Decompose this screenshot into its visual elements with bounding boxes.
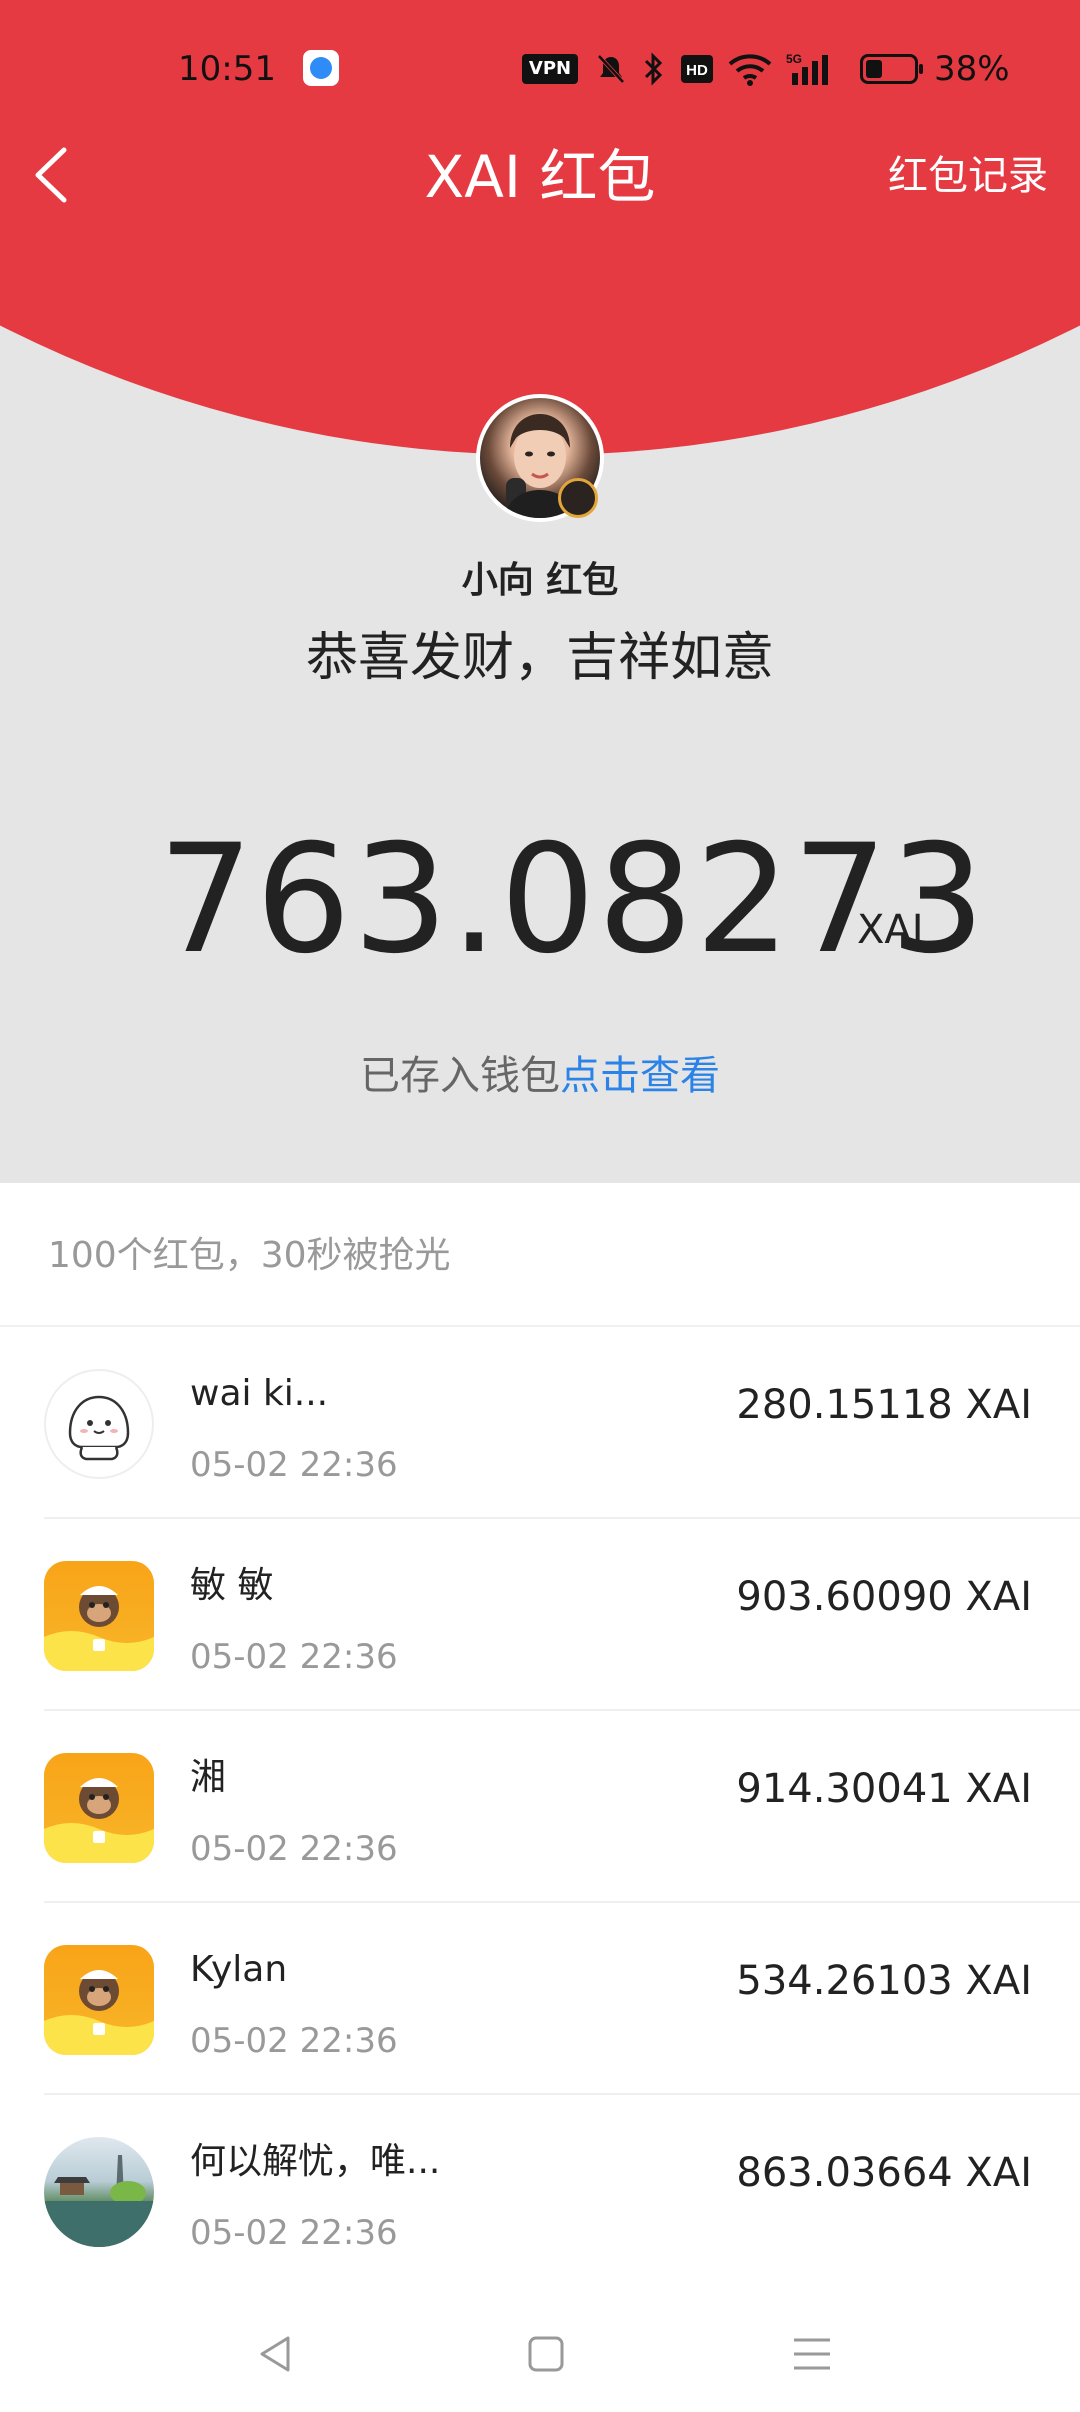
amount-unit: XAI (857, 907, 924, 953)
app-icon (303, 50, 339, 86)
vpn-icon: VPN (522, 54, 578, 84)
recipient-amount: 914.30041 XAI (736, 1766, 1032, 1812)
verified-badge-icon (558, 478, 598, 518)
recipient-name: 湘 (190, 1757, 227, 1798)
battery-icon (860, 54, 923, 84)
recipient-amount: 863.03664 XAI (736, 2150, 1032, 2196)
monkey-avatar (44, 1753, 154, 1863)
svg-text:HD: HD (686, 62, 708, 79)
list-item[interactable]: 敏 敏 05-02 22:36 903.60090 XAI (0, 1519, 1080, 1711)
red-packet-records-link[interactable]: 红包记录 (888, 148, 1048, 204)
battery-percent: 38% (934, 49, 1010, 89)
recipient-amount: 280.15118 XAI (736, 1382, 1032, 1428)
signal-5g-icon: 5G (786, 52, 828, 85)
recipient-time: 05-02 22:36 (190, 2021, 398, 2061)
list-item[interactable]: 何以解忧，唯... 05-02 22:36 863.03664 XAI (0, 2095, 1080, 2287)
menu-lines-icon[interactable] (782, 2324, 842, 2384)
greeting-message: 恭喜发财，吉祥如意 (305, 628, 774, 688)
recipient-amount: 903.60090 XAI (736, 1574, 1032, 1620)
recipient-time: 05-02 22:36 (190, 1637, 398, 1677)
list-item[interactable]: Kylan 05-02 22:36 534.26103 XAI (0, 1903, 1080, 2095)
recipient-amount: 534.26103 XAI (736, 1958, 1032, 2004)
recipient-name: 何以解忧，唯... (190, 2141, 441, 2182)
wallet-saved-text: 已存入钱包 (360, 1053, 560, 1099)
sender-name: 小向 红包 (461, 560, 619, 601)
home-square-icon[interactable] (516, 2324, 576, 2384)
recipient-name: Kylan (190, 1949, 288, 1990)
recipient-time: 05-02 22:36 (190, 2213, 398, 2253)
red-packet-header-area: 10:51 VPN HD 5G 38% XAI 红包 红包记录 小向 红包 恭喜… (0, 0, 1080, 1183)
bluetooth-icon (644, 52, 663, 86)
wifi-icon (728, 54, 772, 86)
packet-summary: 100个红包，30秒被抢光 (48, 1235, 451, 1276)
monkey-avatar (44, 1561, 154, 1671)
svg-text:5G: 5G (786, 52, 802, 66)
hd-icon: HD (681, 55, 713, 83)
recipient-time: 05-02 22:36 (190, 1445, 398, 1485)
monkey-avatar (44, 1945, 154, 2055)
status-time: 10:51 (178, 49, 276, 89)
list-item[interactable]: wai ki... 05-02 22:36 280.15118 XAI (0, 1327, 1080, 1519)
received-amount: 763.08273 (158, 813, 988, 987)
view-wallet-link[interactable]: 点击查看 (560, 1053, 720, 1099)
list-item[interactable]: 湘 05-02 22:36 914.30041 XAI (0, 1711, 1080, 1903)
recipient-name: 敏 敏 (190, 1565, 274, 1606)
ghost-avatar (44, 1369, 154, 1479)
recipient-time: 05-02 22:36 (190, 1829, 398, 1869)
back-triangle-icon[interactable] (248, 2324, 308, 2384)
recipient-name: wai ki... (190, 1373, 329, 1414)
status-icons: HD 5G (594, 44, 832, 94)
wallet-notice: 已存入钱包点击查看 (0, 1048, 1080, 1104)
mute-icon (597, 54, 625, 84)
lake-avatar (44, 2137, 154, 2247)
system-nav-bar (0, 2292, 1080, 2412)
